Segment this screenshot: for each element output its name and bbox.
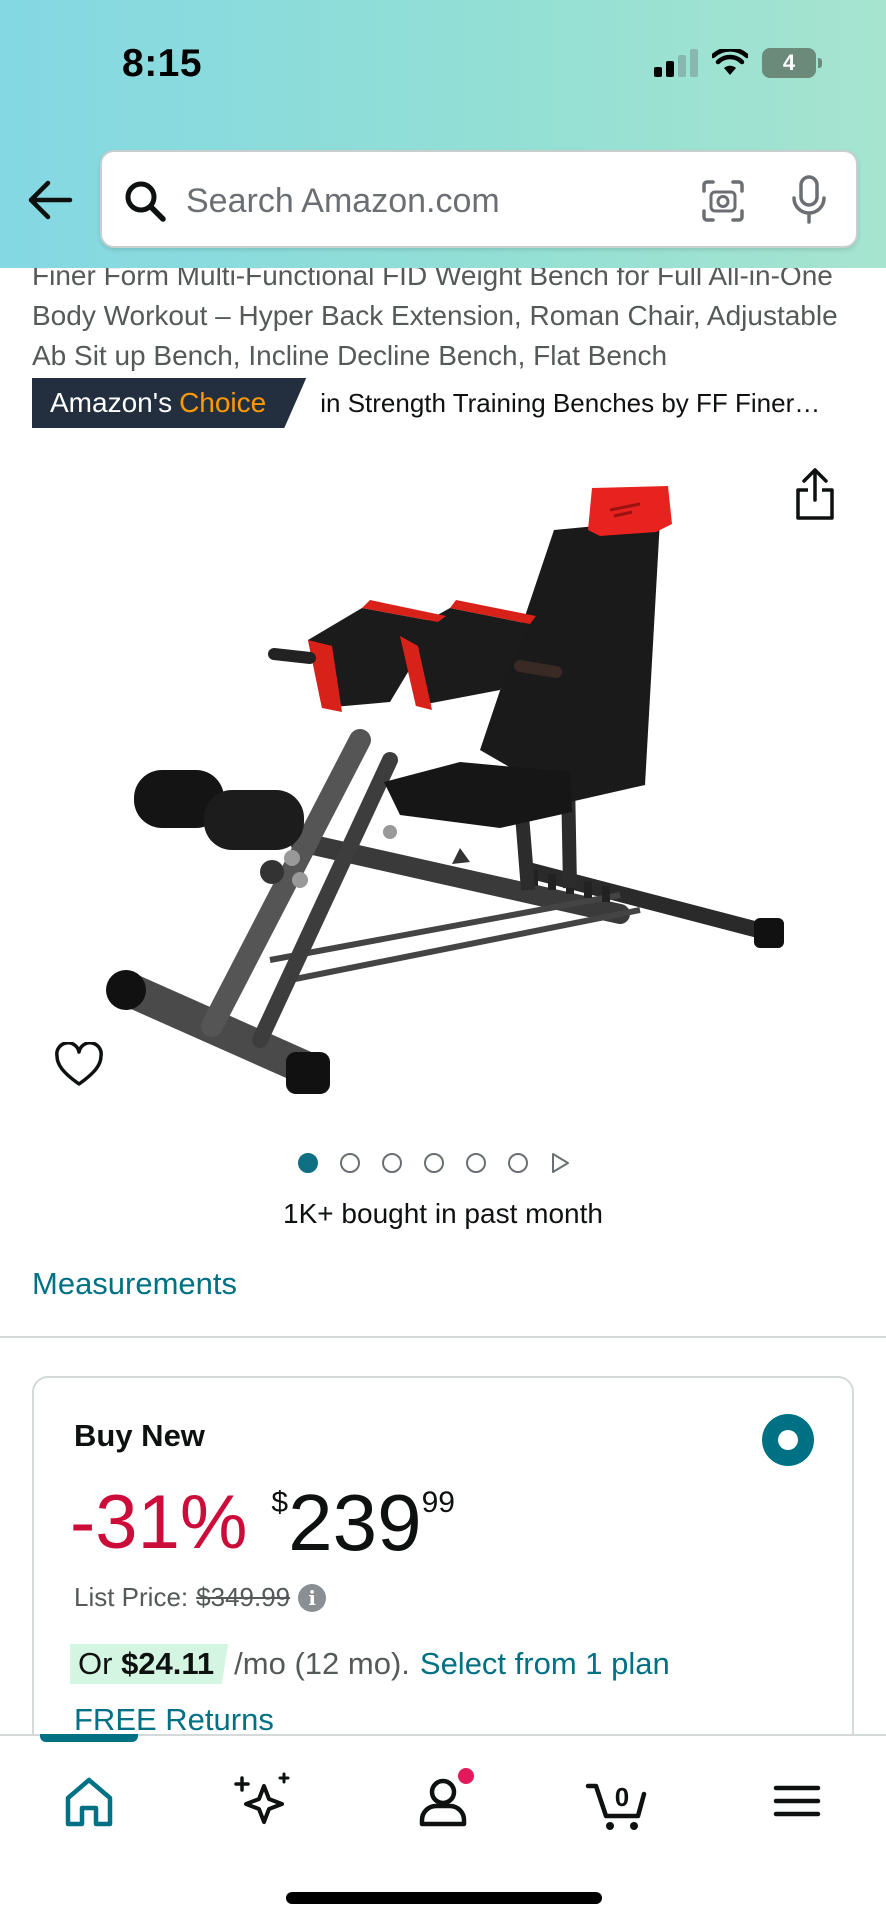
notification-dot xyxy=(458,1768,474,1784)
list-price-row: List Price: $349.99 i xyxy=(74,1582,327,1613)
installment-amount: $24.11 xyxy=(121,1646,215,1681)
buy-new-title: Buy New xyxy=(74,1418,205,1453)
amazons-choice-badge: Amazon's Choice xyxy=(32,378,307,428)
carousel-dot-4[interactable] xyxy=(424,1153,444,1173)
amazons-choice-row[interactable]: Amazon's Choice in Strength Training Ben… xyxy=(32,378,820,428)
badge-category[interactable]: in Strength Training Benches by FF Finer… xyxy=(320,388,820,419)
carousel-dot-5[interactable] xyxy=(466,1153,486,1173)
app-header: 8:15 4 Search Amazon.com xyxy=(0,0,886,268)
badge-prefix: Amazon's xyxy=(50,387,173,418)
carousel-dot-1[interactable] xyxy=(298,1153,318,1173)
price-fraction: 99 xyxy=(421,1486,455,1519)
product-image[interactable] xyxy=(100,440,800,1120)
battery-level: 4 xyxy=(782,50,796,75)
price-currency: $ xyxy=(271,1486,289,1519)
installment-term: /mo (12 mo). xyxy=(234,1646,410,1681)
cart-icon[interactable]: 0 xyxy=(582,1766,652,1836)
signal-icon xyxy=(654,49,698,77)
badge-highlight: Choice xyxy=(179,387,267,418)
camera-icon[interactable] xyxy=(700,178,746,224)
installment-pill: Or $24.11 xyxy=(70,1644,229,1684)
installment-prefix: Or xyxy=(78,1646,113,1681)
carousel-dot-6[interactable] xyxy=(508,1153,528,1173)
price-row: -31% $ 239 99 xyxy=(70,1478,455,1568)
divider xyxy=(0,1336,886,1338)
wishlist-heart-icon[interactable] xyxy=(54,1042,104,1088)
discount-percent: -31% xyxy=(70,1480,248,1565)
measurements-link[interactable]: Measurements xyxy=(32,1266,237,1302)
list-price-value: $349.99 xyxy=(196,1582,291,1612)
account-icon[interactable] xyxy=(408,1766,478,1836)
active-tab-indicator xyxy=(40,1734,138,1742)
status-time: 8:15 xyxy=(122,42,203,85)
home-icon[interactable] xyxy=(54,1766,124,1836)
product-page: 8:15 4 Search Amazon.com Finer Form Mult… xyxy=(0,0,886,1920)
rufus-sparkle-icon[interactable] xyxy=(228,1766,298,1836)
search-icon[interactable] xyxy=(122,178,168,224)
list-price-label: List Price: xyxy=(74,1582,189,1612)
search-bar[interactable]: Search Amazon.com xyxy=(100,150,858,248)
info-icon[interactable]: i xyxy=(298,1583,327,1612)
bottom-nav: 0 xyxy=(0,1734,886,1920)
select-plan-link[interactable]: Select from 1 plan xyxy=(420,1646,670,1682)
price-whole: 239 xyxy=(288,1478,422,1567)
microphone-icon[interactable] xyxy=(786,174,832,226)
product-title[interactable]: Finer Form Multi-Functional FID Weight B… xyxy=(32,256,862,376)
carousel-video-play-icon[interactable] xyxy=(550,1152,570,1174)
carousel-dot-2[interactable] xyxy=(340,1153,360,1173)
home-indicator-bar xyxy=(286,1892,602,1904)
installment-row: Or $24.11 /mo (12 mo). Select from 1 pla… xyxy=(70,1644,670,1684)
search-input[interactable]: Search Amazon.com xyxy=(186,182,500,221)
battery-icon: 4 xyxy=(762,48,822,78)
wifi-icon xyxy=(712,49,748,75)
share-icon[interactable] xyxy=(792,466,838,522)
back-arrow-icon[interactable] xyxy=(24,170,76,230)
cart-count: 0 xyxy=(615,1782,629,1812)
carousel-dot-3[interactable] xyxy=(382,1153,402,1173)
menu-icon[interactable] xyxy=(762,1766,832,1836)
bought-in-past-month: 1K+ bought in past month xyxy=(283,1198,603,1229)
buy-new-radio[interactable] xyxy=(762,1414,814,1466)
free-returns-link[interactable]: FREE Returns xyxy=(74,1702,274,1738)
status-icons: 4 xyxy=(654,48,822,78)
image-carousel-dots[interactable] xyxy=(298,1152,570,1174)
